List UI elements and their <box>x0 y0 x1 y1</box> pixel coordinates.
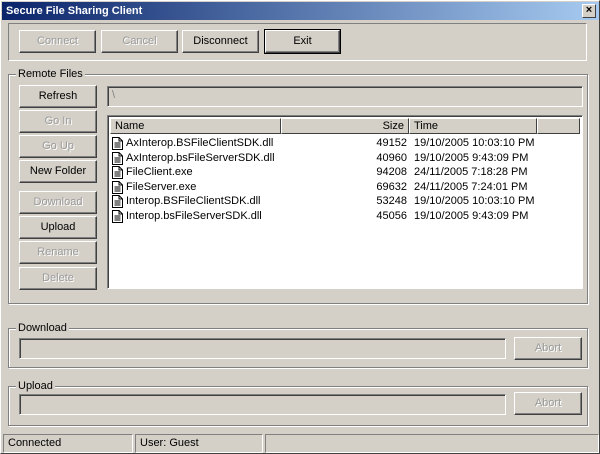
file-row[interactable]: Interop.BSFileClientSDK.dll 53248 19/10/20… <box>112 194 580 209</box>
file-name: AxInterop.bsFileServerSDK.dll <box>126 151 275 164</box>
status-user: User: Guest <box>135 434 263 453</box>
file-size: 40960 <box>376 151 407 164</box>
disconnect-button[interactable]: Disconnect <box>182 30 259 53</box>
status-connection: Connected <box>3 434 133 453</box>
column-header-time[interactable]: Time <box>409 118 537 134</box>
file-icon <box>112 151 123 165</box>
upload-button[interactable]: Upload <box>19 216 97 239</box>
file-name: FileClient.exe <box>126 166 193 179</box>
file-row[interactable]: AxInterop.bsFileServerSDK.dll 40960 19/10/… <box>112 151 580 166</box>
go-in-button[interactable]: Go In <box>19 110 97 133</box>
file-time: 24/11/2005 7:24:01 PM <box>414 180 528 193</box>
download-abort-button[interactable]: Abort <box>514 337 582 360</box>
column-header-size[interactable]: Size <box>281 118 409 134</box>
column-header-filler <box>537 118 580 134</box>
file-icon <box>112 210 123 223</box>
file-name: Interop.bsFileServerSDK.dll <box>126 210 262 222</box>
file-row[interactable]: FileServer.exe 69632 24/11/2005 7:24:01 PM <box>112 180 580 195</box>
file-time: 19/10/2005 10:03:10 PM <box>414 137 535 149</box>
file-size: 69632 <box>376 180 407 193</box>
close-icon[interactable]: × <box>582 4 596 18</box>
download-button[interactable]: Download <box>19 191 97 214</box>
connect-button[interactable]: Connect <box>19 30 96 53</box>
rename-button[interactable]: Rename <box>19 241 97 264</box>
file-name: FileServer.exe <box>126 180 197 193</box>
file-size: 94208 <box>376 166 407 179</box>
file-size: 53248 <box>376 195 407 208</box>
file-name: AxInterop.BSFileClientSDK.dll <box>126 137 274 149</box>
file-time: 19/10/2005 9:43:09 PM <box>414 151 529 164</box>
refresh-button[interactable]: Refresh <box>19 85 97 108</box>
remote-path-field[interactable]: \ <box>107 86 583 107</box>
delete-button[interactable]: Delete <box>19 267 97 290</box>
file-row[interactable]: AxInterop.BSFileClientSDK.dll 49152 19/10/… <box>112 136 580 151</box>
file-name: Interop.BSFileClientSDK.dll <box>126 195 261 208</box>
app-window: Secure File Sharing Client × Connect Can… <box>0 0 600 454</box>
upload-progress-bar <box>19 394 506 415</box>
file-row[interactable]: FileClient.exe 94208 24/11/2005 7:18:28 PM <box>112 165 580 180</box>
file-size: 45056 <box>376 210 407 222</box>
go-up-button[interactable]: Go Up <box>19 135 97 158</box>
title-bar[interactable]: Secure File Sharing Client × <box>2 2 599 20</box>
file-size: 49152 <box>376 137 407 149</box>
file-icon <box>112 137 123 150</box>
column-header-name[interactable]: Name <box>110 118 281 134</box>
file-row[interactable]: Interop.bsFileServerSDK.dll 45056 19/10/20… <box>112 209 580 224</box>
exit-button[interactable]: Exit <box>264 29 341 54</box>
upload-abort-button[interactable]: Abort <box>514 392 582 415</box>
remote-files-label: Remote Files <box>16 68 85 80</box>
upload-group-label: Upload <box>16 380 55 392</box>
download-group-label: Download <box>16 322 69 334</box>
file-time: 19/10/2005 9:43:09 PM <box>414 210 529 222</box>
file-icon <box>112 195 123 209</box>
window-title: Secure File Sharing Client <box>6 5 143 17</box>
new-folder-button[interactable]: New Folder <box>19 160 97 183</box>
file-icon <box>112 166 123 180</box>
status-extra <box>265 434 599 453</box>
cancel-button[interactable]: Cancel <box>101 30 178 53</box>
file-icon <box>112 180 123 194</box>
remote-file-list[interactable]: Name Size Time AxInterop.BSFileClientSDK… <box>107 115 583 289</box>
file-time: 24/11/2005 7:18:28 PM <box>414 166 528 179</box>
remote-path-text: \ <box>112 89 116 101</box>
file-time: 19/10/2005 10:03:10 PM <box>414 195 535 208</box>
download-progress-bar <box>19 338 506 359</box>
